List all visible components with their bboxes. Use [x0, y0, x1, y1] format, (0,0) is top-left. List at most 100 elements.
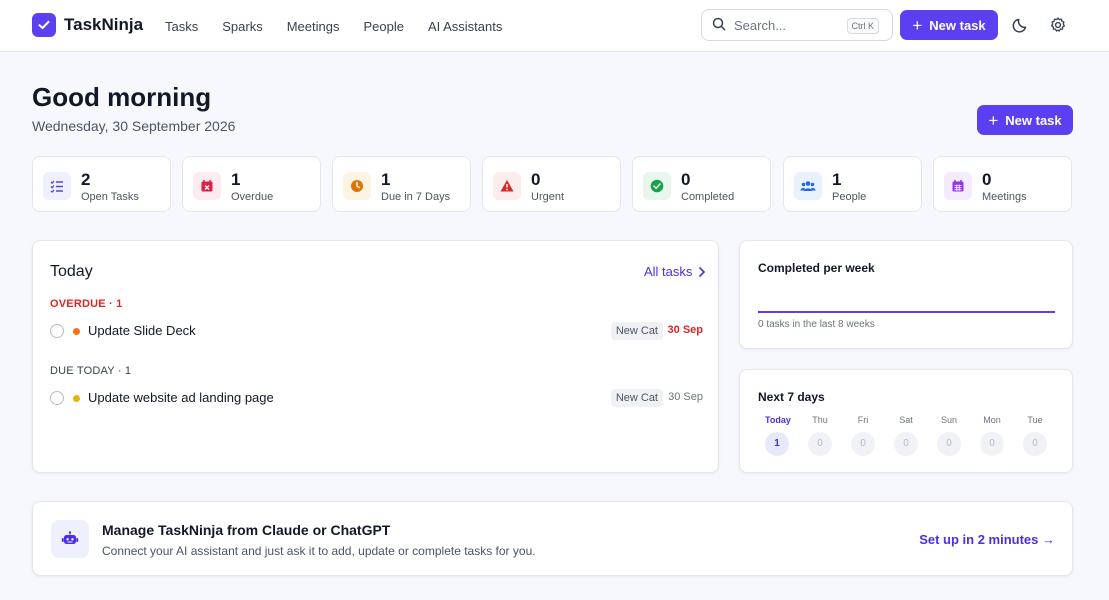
day-count: 0	[980, 432, 1004, 456]
day-label: Today	[765, 415, 791, 425]
current-date: Wednesday, 30 September 2026	[32, 118, 236, 134]
stat-completed[interactable]: 0 Completed	[632, 156, 771, 212]
stat-label: Due in 7 Days	[381, 191, 451, 203]
task-row[interactable]: Update Slide Deck New Cat 30 Sep	[50, 320, 703, 342]
priority-dot	[73, 328, 80, 335]
stat-value: 0	[531, 170, 541, 189]
stat-value: 1	[381, 170, 391, 189]
day-sun[interactable]: Sun 0	[937, 415, 961, 456]
stat-label: People	[832, 191, 867, 203]
plus-icon: +	[912, 15, 923, 35]
completed-week-title: Completed per week	[758, 261, 875, 275]
nav-people[interactable]: People	[363, 19, 403, 34]
new-task-button-main[interactable]: + New task	[977, 105, 1073, 135]
stat-value: 0	[982, 170, 992, 189]
today-title: Today	[50, 263, 93, 280]
search-placeholder: Search...	[734, 17, 787, 33]
stat-label: Open Tasks	[81, 191, 139, 203]
new-task-button[interactable]: + New task	[900, 10, 998, 40]
users-icon	[794, 172, 822, 200]
day-count: 0	[851, 432, 875, 456]
nav-meetings[interactable]: Meetings	[287, 19, 340, 34]
completed-week-line	[758, 311, 1055, 313]
list-check-icon	[43, 172, 71, 200]
today-card: Today All tasks OVERDUE · 1 Update Slide…	[32, 240, 719, 473]
next-days-title: Next 7 days	[758, 390, 825, 404]
stat-people[interactable]: 1 People	[783, 156, 922, 212]
stat-due-7-days[interactable]: 1 Due in 7 Days	[332, 156, 471, 212]
search-input[interactable]: Search... Ctrl K	[701, 9, 893, 41]
task-due-date: 30 Sep	[668, 391, 703, 403]
gear-icon[interactable]	[1049, 16, 1067, 34]
task-checkbox[interactable]	[50, 391, 64, 405]
ai-assistant-banner: Manage TaskNinja from Claude or ChatGPT …	[32, 501, 1073, 576]
stat-meetings[interactable]: 0 Meetings	[933, 156, 1072, 212]
check-icon	[32, 13, 56, 37]
day-count: 0	[808, 432, 832, 456]
day-count: 0	[1023, 432, 1047, 456]
plus-icon: +	[988, 110, 999, 130]
nav-sparks[interactable]: Sparks	[222, 19, 262, 34]
nav-tasks[interactable]: Tasks	[165, 19, 198, 34]
stat-value: 1	[231, 170, 241, 189]
check-circle-icon	[643, 172, 671, 200]
day-count: 0	[894, 432, 918, 456]
stat-overdue[interactable]: 1 Overdue	[182, 156, 321, 212]
calendar-x-icon	[193, 172, 221, 200]
ai-banner-title: Manage TaskNinja from Claude or ChatGPT	[102, 522, 391, 538]
day-label: Sun	[940, 415, 957, 425]
task-title: Update Slide Deck	[88, 323, 196, 338]
day-tue[interactable]: Tue 0	[1023, 415, 1047, 456]
page-title: Good morning	[32, 82, 212, 112]
search-shortcut: Ctrl K	[846, 18, 879, 34]
moon-icon[interactable]	[1012, 16, 1030, 34]
stat-label: Meetings	[982, 191, 1027, 203]
all-tasks-label: All tasks	[644, 264, 693, 279]
app-logo[interactable]: TaskNinja	[32, 13, 143, 37]
top-bar: TaskNinja Tasks Sparks Meetings People A…	[0, 0, 1109, 52]
day-count: 0	[937, 432, 961, 456]
new-task-label: New task	[1005, 112, 1062, 128]
clock-icon	[343, 172, 371, 200]
task-checkbox[interactable]	[50, 324, 64, 338]
main-nav: Tasks Sparks Meetings People AI Assistan…	[165, 0, 526, 52]
nav-ai-assistants[interactable]: AI Assistants	[428, 19, 502, 34]
robot-icon	[51, 520, 89, 558]
stat-label: Urgent	[531, 191, 565, 203]
warning-icon	[493, 172, 521, 200]
completed-week-caption: 0 tasks in the last 8 weeks	[758, 319, 875, 330]
stat-value: 0	[681, 170, 691, 189]
group-label-due-today: DUE TODAY · 1	[50, 365, 132, 377]
stat-urgent[interactable]: 0 Urgent	[482, 156, 621, 212]
day-count: 1	[765, 432, 789, 456]
task-due-date: 30 Sep	[667, 324, 703, 336]
day-sat[interactable]: Sat 0	[894, 415, 918, 456]
new-task-label: New task	[929, 17, 986, 33]
day-label: Tue	[1027, 415, 1043, 425]
day-label: Thu	[812, 415, 828, 425]
task-tag: New Cat	[610, 322, 663, 340]
priority-dot	[73, 395, 80, 402]
next-7-days-card: Next 7 days Today 1 Thu 0 Fri 0 Sat 0 Su…	[739, 369, 1073, 473]
group-label-overdue: OVERDUE · 1	[50, 298, 123, 310]
completed-per-week-card: Completed per week 0 tasks in the last 8…	[739, 240, 1073, 349]
task-tag: New Cat	[610, 389, 663, 407]
stat-label: Overdue	[231, 191, 274, 203]
ai-banner-subtitle: Connect your AI assistant and just ask i…	[102, 544, 536, 558]
setup-link[interactable]: Set up in 2 minutes →	[919, 532, 1055, 547]
all-tasks-link[interactable]: All tasks	[644, 264, 706, 279]
search-icon	[712, 17, 726, 34]
chevron-right-icon	[698, 266, 706, 277]
app-name: TaskNinja	[64, 15, 144, 34]
day-fri[interactable]: Fri 0	[851, 415, 875, 456]
day-today[interactable]: Today 1	[765, 415, 791, 456]
stat-label: Completed	[681, 191, 735, 203]
day-label: Sat	[899, 415, 913, 425]
stat-open-tasks[interactable]: 2 Open Tasks	[32, 156, 171, 212]
task-row[interactable]: Update website ad landing page New Cat 3…	[50, 387, 703, 409]
day-thu[interactable]: Thu 0	[808, 415, 832, 456]
stat-value: 1	[832, 170, 842, 189]
day-mon[interactable]: Mon 0	[980, 415, 1004, 456]
stat-value: 2	[81, 170, 91, 189]
day-label: Fri	[857, 415, 869, 425]
